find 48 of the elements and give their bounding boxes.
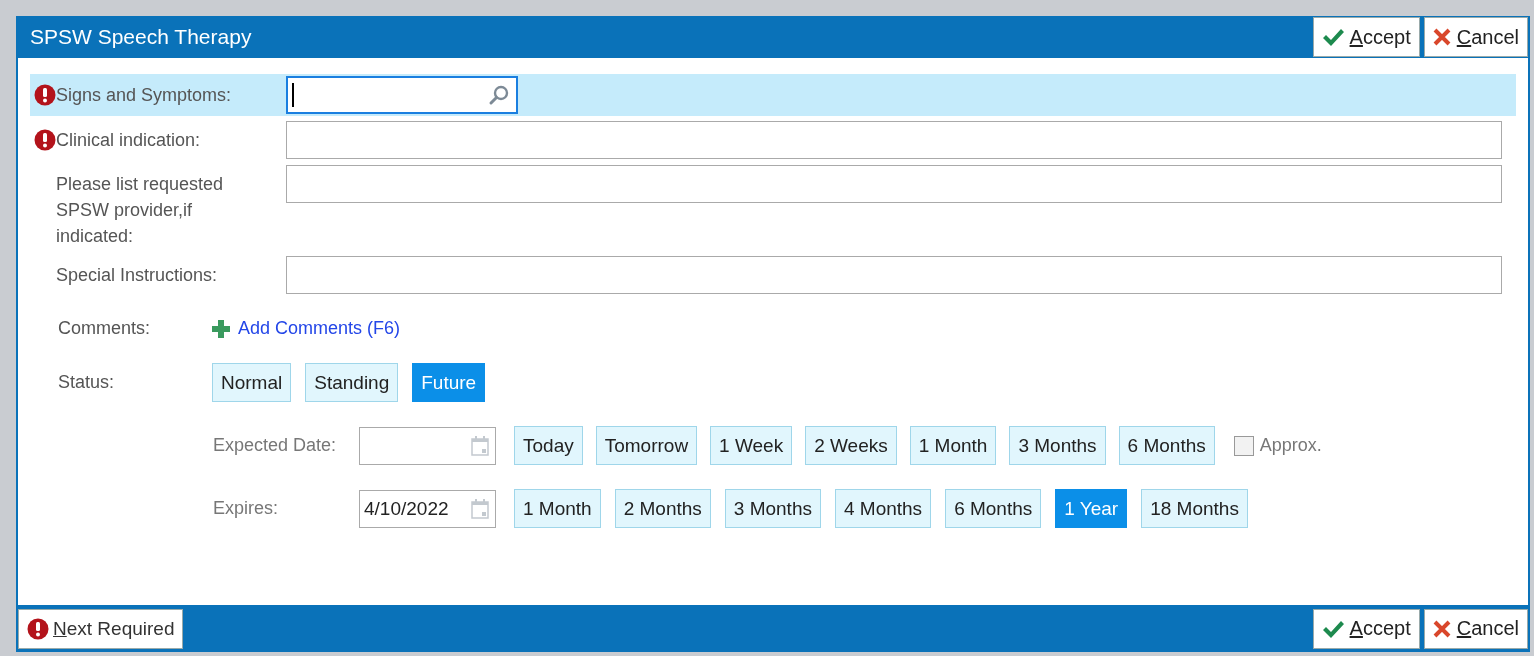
checkmark-icon bbox=[1321, 618, 1344, 639]
approx-checkbox[interactable]: Approx. bbox=[1233, 435, 1322, 456]
add-comments-link[interactable]: Add Comments (F6) bbox=[212, 318, 401, 339]
field-label: Expected Date: bbox=[213, 435, 338, 456]
cancel-button[interactable]: Cancel bbox=[1423, 608, 1528, 649]
option-button[interactable]: 6 Months bbox=[945, 489, 1042, 528]
field-label: Clinical indication: bbox=[56, 129, 202, 152]
calendar-icon bbox=[471, 435, 489, 456]
option-button[interactable]: Normal bbox=[212, 363, 292, 402]
checkmark-icon bbox=[1321, 27, 1344, 47]
option-button[interactable]: 6 Months bbox=[1118, 426, 1215, 465]
window-title: SPSW Speech Therapy bbox=[30, 25, 252, 49]
field-label: Special Instructions: bbox=[56, 264, 219, 287]
close-icon bbox=[1432, 619, 1451, 638]
text-field[interactable] bbox=[286, 165, 1502, 203]
field-label: Expires: bbox=[213, 498, 280, 519]
text-field[interactable] bbox=[286, 121, 1502, 159]
accept-button[interactable]: Accept bbox=[1312, 608, 1420, 649]
search-field[interactable] bbox=[286, 76, 518, 114]
option-button[interactable]: Standing bbox=[305, 363, 399, 402]
next-required-button[interactable]: Next Required bbox=[18, 608, 184, 649]
search-icon bbox=[488, 84, 510, 106]
option-button[interactable]: 1 Week bbox=[710, 426, 793, 465]
field-label: Comments: bbox=[58, 318, 152, 339]
alert-icon bbox=[34, 84, 56, 106]
option-button[interactable]: Tomorrow bbox=[595, 426, 698, 465]
option-button[interactable]: 2 Weeks bbox=[805, 426, 897, 465]
option-button[interactable]: 3 Months bbox=[1009, 426, 1106, 465]
close-icon bbox=[1432, 28, 1451, 46]
calendar-icon bbox=[471, 498, 489, 519]
alert-icon bbox=[34, 129, 56, 151]
date-field[interactable] bbox=[359, 426, 496, 465]
option-button[interactable]: 4 Months bbox=[834, 489, 932, 528]
text-field[interactable] bbox=[286, 256, 1502, 294]
option-button[interactable]: 1 Month bbox=[514, 489, 601, 528]
accept-button[interactable]: Accept bbox=[1312, 17, 1420, 57]
alert-icon bbox=[27, 617, 49, 640]
field-label: Signs and Symptoms: bbox=[56, 84, 233, 107]
field-label: Please list requested SPSW provider,if indicated: bbox=[56, 173, 225, 248]
cancel-button[interactable]: Cancel bbox=[1423, 17, 1528, 57]
option-button[interactable]: 18 Months bbox=[1141, 489, 1248, 528]
option-button[interactable]: 1 Month bbox=[909, 426, 997, 465]
date-field[interactable]: 4/10/2022 bbox=[359, 489, 496, 528]
field-label: Status: bbox=[58, 372, 116, 393]
option-button[interactable]: 2 Months bbox=[614, 489, 711, 528]
option-button[interactable]: Today bbox=[514, 426, 583, 465]
option-button[interactable]: 3 Months bbox=[724, 489, 821, 528]
plus-icon bbox=[212, 319, 230, 338]
